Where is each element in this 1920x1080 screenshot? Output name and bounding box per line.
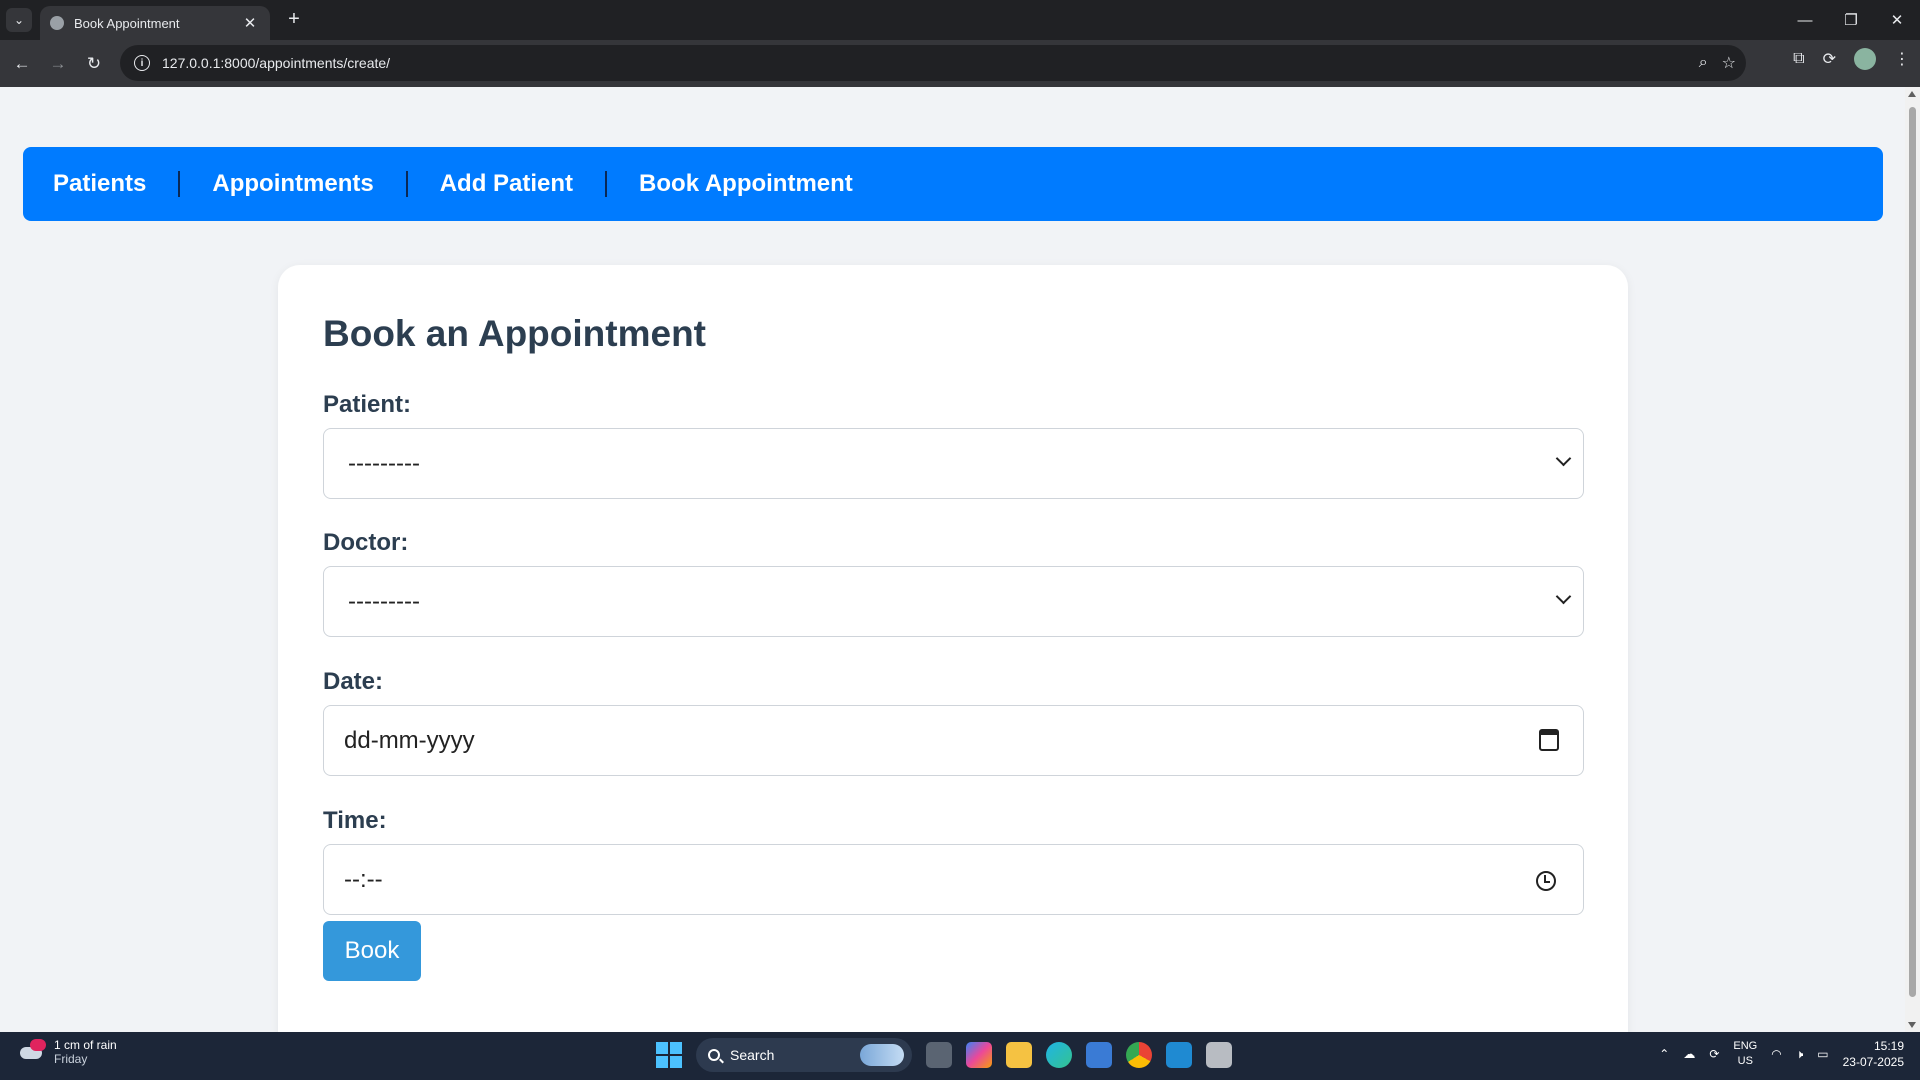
system-tray: ⌃ ☁ ⟳ ENG US ◠ 🕨 ▭ 15:19 23-07-2025 [1659,1038,1904,1070]
browser-toolbar: ← → ↻ i 127.0.0.1:8000/appointments/crea… [0,40,1920,87]
taskbar-apps: Search [656,1038,1232,1072]
browser-tab[interactable]: Book Appointment ✕ [40,6,270,40]
clock-date: 23-07-2025 [1842,1055,1904,1069]
weather-summary: 1 cm of rain [54,1038,117,1052]
back-arrow-icon[interactable]: ← [8,50,36,78]
close-window-icon[interactable]: ✕ [1874,0,1920,40]
search-highlight-image [860,1044,904,1066]
doctor-label: Doctor: [323,529,409,556]
task-view-icon[interactable] [926,1042,952,1068]
clock-time: 15:19 [1873,1039,1904,1053]
nav-link-book-appointment[interactable]: Book Appointment [639,170,853,198]
date-label: Date: [323,668,384,695]
weather-widget[interactable]: 1 cm of rain Friday [20,1038,117,1066]
date-input-placeholder: dd-mm-yyyy [344,726,475,754]
scroll-up-icon[interactable] [1908,91,1916,97]
nav-link-appointments[interactable]: Appointments [212,170,373,198]
close-tab-icon[interactable]: ✕ [240,14,260,32]
vertical-scrollbar[interactable] [1905,87,1920,1032]
scroll-down-icon[interactable] [1908,1022,1916,1028]
nav-separator [178,171,181,197]
book-button[interactable]: Book [323,921,421,981]
toolbar-right: ⧉ ⟳ ⋮ [1793,48,1910,70]
nav-link-add-patient[interactable]: Add Patient [440,170,573,198]
clock[interactable]: 15:19 23-07-2025 [1843,1038,1904,1070]
new-tab-icon[interactable]: + [282,8,306,32]
tab-list-chevron-icon[interactable]: ⌄ [6,8,32,32]
page-viewport: Patients Appointments Add Patient Book A… [0,87,1905,1032]
taskbar-search[interactable]: Search [696,1038,912,1072]
sync-icon[interactable]: ⟳ [1823,49,1836,69]
wifi-icon[interactable]: ◠ [1771,1047,1781,1061]
language-code: ENG [1733,1040,1758,1052]
rain-cloud-icon [20,1039,46,1065]
windows-taskbar: 1 cm of rain Friday Search ⌃ ☁ ⟳ ENG US … [0,1032,1920,1080]
calendar-icon[interactable] [1539,729,1559,751]
restore-icon[interactable]: ❐ [1828,0,1874,40]
copilot-icon[interactable] [966,1042,992,1068]
region-code: US [1737,1055,1753,1067]
browser-tabstrip: ⌄ Book Appointment ✕ + — ❐ ✕ [0,0,1920,40]
chrome-icon[interactable] [1126,1042,1152,1068]
search-icon [708,1049,720,1061]
nav-separator [405,171,408,197]
windows-start-icon[interactable] [656,1042,682,1068]
clock-icon[interactable] [1536,871,1556,891]
bookmark-star-icon[interactable]: ☆ [1722,53,1736,73]
menu-kebab-icon[interactable]: ⋮ [1894,49,1910,69]
zoom-icon[interactable]: ⌕ [1699,54,1708,72]
patient-label: Patient: [323,391,412,418]
time-input[interactable]: --:-- [323,844,1584,915]
taskbar-search-label: Search [730,1047,775,1063]
site-info-icon[interactable]: i [134,55,150,71]
doctor-select[interactable]: --------- [323,566,1584,637]
onedrive-icon[interactable]: ☁ [1683,1047,1695,1061]
patient-select-value: --------- [348,449,420,477]
omnibox-actions: ⌕ ☆ [1699,45,1736,81]
forward-arrow-icon[interactable]: → [44,50,72,78]
chevron-down-icon [1555,450,1572,467]
weather-day: Friday [54,1052,88,1066]
globe-icon [50,16,64,30]
extensions-icon[interactable]: ⧉ [1793,50,1804,68]
database-icon[interactable] [1206,1042,1232,1068]
reload-icon[interactable]: ↻ [80,50,108,78]
date-input[interactable]: dd-mm-yyyy [323,705,1584,776]
time-input-placeholder: --:-- [344,865,383,893]
url-text[interactable]: 127.0.0.1:8000/appointments/create/ [162,55,390,71]
profile-avatar[interactable] [1854,48,1876,70]
language-indicator[interactable]: ENG US [1733,1039,1757,1069]
chevron-up-icon[interactable]: ⌃ [1659,1047,1669,1061]
page-title: Book an Appointment [323,313,706,354]
scroll-thumb[interactable] [1909,107,1916,997]
battery-icon[interactable]: ▭ [1817,1047,1828,1061]
nav-separator [605,171,608,197]
time-label: Time: [323,807,387,834]
address-bar[interactable]: i 127.0.0.1:8000/appointments/create/ ⌕ … [120,45,1746,81]
patient-select[interactable]: --------- [323,428,1584,499]
window-controls: — ❐ ✕ [1782,0,1920,40]
chevron-down-icon [1555,588,1572,605]
microsoft-store-icon[interactable] [1086,1042,1112,1068]
minimize-icon[interactable]: — [1782,0,1828,40]
nav-link-patients[interactable]: Patients [53,170,146,198]
file-explorer-icon[interactable] [1006,1042,1032,1068]
update-icon[interactable]: ⟳ [1709,1047,1719,1061]
speaker-muted-icon[interactable]: 🕨 [1796,1047,1804,1062]
doctor-select-value: --------- [348,587,420,615]
vscode-icon[interactable] [1166,1042,1192,1068]
main-navbar: Patients Appointments Add Patient Book A… [23,147,1883,221]
appointment-form-card: Book an Appointment Patient: --------- D… [278,265,1628,1032]
tab-title: Book Appointment [74,15,180,31]
edge-browser-icon[interactable] [1046,1042,1072,1068]
